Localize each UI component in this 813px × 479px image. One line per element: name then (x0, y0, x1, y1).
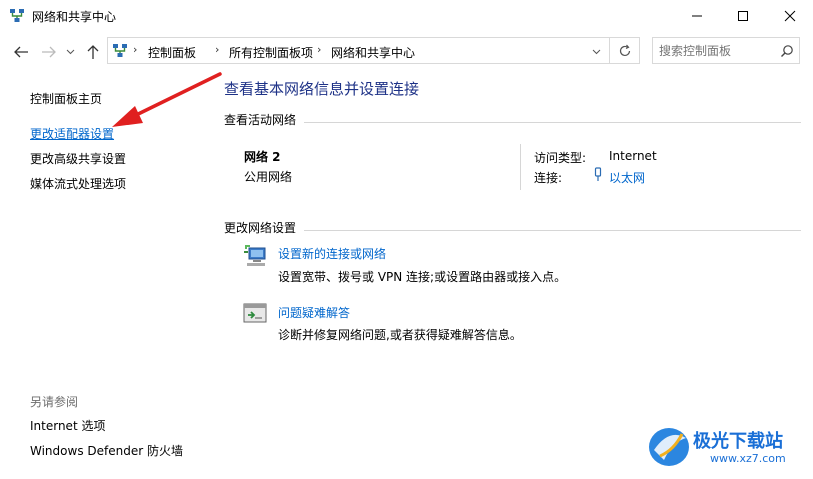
troubleshoot-icon (243, 303, 267, 323)
divider (304, 122, 801, 123)
minimize-icon (692, 15, 702, 16)
refresh-icon (619, 44, 631, 56)
title-bar: 网络和共享中心 (0, 0, 813, 32)
network-icon (10, 9, 24, 22)
search-box[interactable] (652, 37, 800, 64)
new-connection-icon (244, 245, 266, 266)
search-icon[interactable] (780, 44, 794, 58)
window-title: 网络和共享中心 (32, 10, 117, 24)
address-dropdown-button[interactable] (592, 44, 601, 58)
chevron-down-icon (592, 49, 601, 55)
sidebar-item-media-streaming[interactable]: 媒体流式处理选项 (30, 175, 126, 192)
address-bar[interactable]: › 控制面板 › 所有控制面板项 › 网络和共享中心 (107, 37, 640, 64)
connection-label: 连接: (534, 171, 563, 185)
sidebar-item-advanced-sharing[interactable]: 更改高级共享设置 (30, 150, 126, 167)
network-name: 网络 2 (244, 150, 281, 164)
maximize-icon (738, 10, 748, 21)
setup-connection-link[interactable]: 设置新的连接或网络 (278, 245, 386, 262)
access-type-label: 访问类型: (534, 151, 587, 165)
forward-arrow-icon (42, 46, 56, 58)
setup-connection-description: 设置宽带、拨号或 VPN 连接;或设置路由器或接入点。 (278, 270, 567, 284)
close-button[interactable] (767, 0, 813, 31)
change-settings-label: 更改网络设置 (224, 221, 297, 235)
sidebar-item-internet-options[interactable]: Internet 选项 (30, 417, 105, 434)
sidebar-item-windows-firewall[interactable]: Windows Defender 防火墙 (30, 442, 183, 459)
network-type: 公用网络 (244, 170, 293, 184)
access-type-value: Internet (609, 149, 657, 163)
ethernet-link[interactable]: 以太网 (609, 169, 645, 186)
watermark-name: 极光下载站 (693, 431, 783, 452)
page-title: 查看基本网络信息并设置连接 (224, 80, 420, 98)
maximize-button[interactable] (720, 0, 766, 31)
recent-locations-button[interactable] (63, 42, 77, 62)
chevron-down-icon (66, 49, 74, 55)
troubleshoot-link[interactable]: 问题疑难解答 (278, 304, 350, 321)
divider (304, 230, 801, 231)
close-icon (784, 10, 796, 21)
annotation-arrow (112, 72, 222, 127)
troubleshoot-description: 诊断并修复网络问题,或者获得疑难解答信息。 (278, 328, 522, 342)
back-arrow-icon (14, 46, 28, 58)
up-arrow-icon (87, 45, 99, 59)
forward-button[interactable] (38, 42, 60, 62)
watermark-url: www.xz7.com (710, 452, 786, 465)
sidebar-item-change-adapter-settings[interactable]: 更改适配器设置 (30, 125, 114, 142)
sidebar-item-control-panel-home[interactable]: 控制面板主页 (30, 90, 102, 107)
breadcrumb-separator: › (215, 43, 220, 56)
divider (520, 144, 521, 190)
back-button[interactable] (10, 42, 32, 62)
breadcrumb-item[interactable]: 控制面板 (148, 44, 196, 61)
refresh-button[interactable] (609, 37, 640, 64)
watermark-logo-icon (649, 428, 689, 466)
search-input[interactable] (659, 42, 769, 59)
breadcrumb-separator: › (317, 43, 322, 56)
ethernet-icon (594, 167, 602, 181)
breadcrumb-item[interactable]: 网络和共享中心 (331, 44, 415, 61)
breadcrumb-separator: › (133, 43, 138, 56)
see-also-heading: 另请参阅 (30, 395, 79, 409)
up-button[interactable] (82, 42, 104, 62)
active-networks-label: 查看活动网络 (224, 113, 297, 127)
network-icon (113, 44, 127, 57)
minimize-button[interactable] (674, 0, 720, 31)
breadcrumb-item[interactable]: 所有控制面板项 (229, 44, 313, 61)
